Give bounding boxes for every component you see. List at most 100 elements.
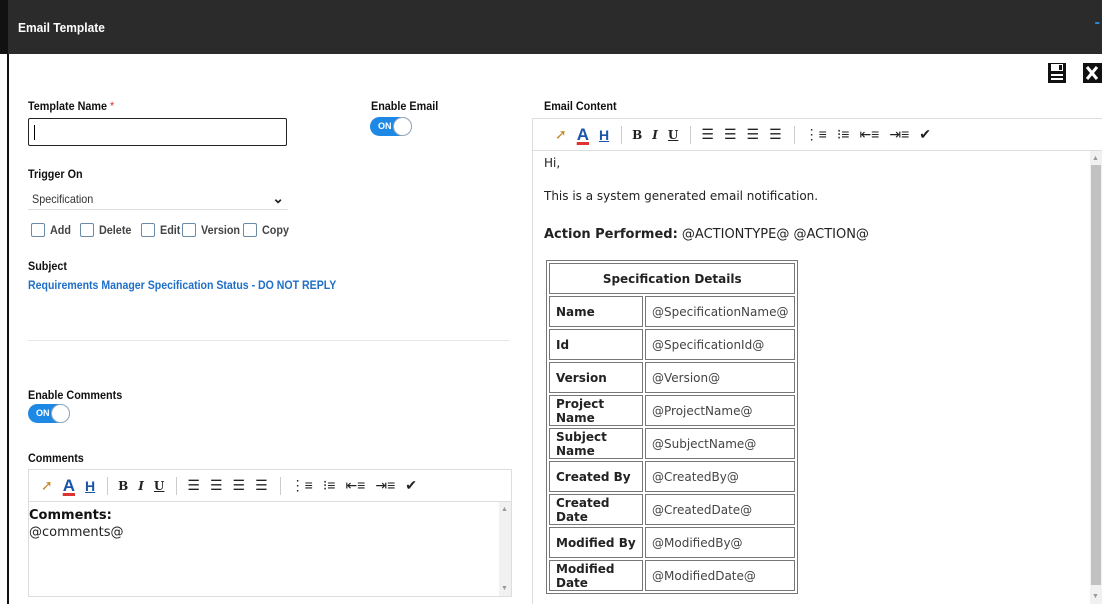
highlight-button[interactable]: H [599,127,609,143]
checkbox-version[interactable]: Version [182,222,244,238]
table-row: Name @SpecificationName@ [549,296,796,327]
comments-scrollbar[interactable]: ▲ ▼ [499,502,511,596]
checkbox-edit[interactable]: Edit [141,222,183,238]
left-frame-border [0,54,9,604]
pointer-icon[interactable]: ➚ [41,477,53,494]
comments-editor-toolbar: ➚ A H B I U ☰ ☰ ☰ ☰ ⋮≡ ⁝≡ ⇤≡ ⇥≡ ✔ [29,470,511,502]
italic-button[interactable]: I [652,128,658,142]
action-performed-label: Action Performed: [544,227,678,242]
indent-icon[interactable]: ⇥≡ [375,477,395,494]
scroll-down-icon[interactable]: ▼ [501,585,508,592]
row-value: @SpecificationName@ [645,296,796,327]
bold-button[interactable]: B [118,479,128,493]
clear-format-icon[interactable]: ✔ [405,477,417,494]
row-value: @SpecificationId@ [645,329,796,360]
indent-icon[interactable]: ⇥≡ [889,126,909,143]
toolbar-separator [176,476,178,495]
table-header-row: Specification Details [549,263,796,294]
toggle-knob [393,117,412,136]
outdent-icon[interactable]: ⇤≡ [859,126,879,143]
scroll-thumb[interactable] [1091,165,1101,585]
enable-email-label: Enable Email [371,99,439,113]
row-key: Modified Date [549,560,643,591]
row-value: @Version@ [645,362,796,393]
save-icon[interactable] [1047,62,1069,86]
window-title: Email Template [18,20,105,35]
row-value: @CreatedBy@ [645,461,796,492]
checkbox-copy[interactable]: Copy [243,222,292,238]
window-titlebar: Email Template - [0,0,1102,54]
pointer-icon[interactable]: ➚ [555,126,567,143]
minimize-button[interactable]: - [1095,14,1100,32]
email-content-label: Email Content [544,99,617,113]
checkbox-add[interactable]: Add [31,222,73,238]
font-color-button[interactable]: A [63,476,75,496]
specification-details-table: Specification Details Name @Specification… [546,260,799,594]
table-row: Modified By @ModifiedBy@ [549,527,796,558]
scroll-down-icon[interactable]: ▼ [1092,593,1099,600]
italic-button[interactable]: I [138,479,144,493]
email-editor-toolbar: ➚ A H B I U ☰ ☰ ☰ ☰ ⋮≡ ⁝≡ ⇤≡ ⇥≡ ✔ [533,119,1102,151]
required-mark: * [110,99,115,113]
row-key: Id [549,329,643,360]
toolbar-separator [107,476,109,495]
comments-editor[interactable]: ➚ A H B I U ☰ ☰ ☰ ☰ ⋮≡ ⁝≡ ⇤≡ ⇥≡ ✔ Commen… [28,469,512,597]
scroll-up-icon[interactable]: ▲ [1092,155,1099,162]
enable-comments-toggle[interactable]: ON [28,404,70,423]
table-row: Created Date @CreatedDate@ [549,494,796,525]
align-right-icon[interactable]: ☰ [233,477,246,494]
align-justify-icon[interactable]: ☰ [255,477,268,494]
font-color-button[interactable]: A [577,125,589,145]
table-title: Specification Details [549,263,796,294]
table-row: Subject Name @SubjectName@ [549,428,796,459]
bold-button[interactable]: B [632,128,642,142]
ordered-list-icon[interactable]: ⋮≡ [805,126,827,143]
checkbox-box[interactable] [141,223,155,237]
align-justify-icon[interactable]: ☰ [769,126,782,143]
row-key: Name [549,296,643,327]
toggle-knob [51,404,70,423]
close-icon[interactable] [1082,62,1102,86]
underline-button[interactable]: U [668,128,678,142]
trigger-on-label: Trigger On [28,167,83,181]
row-value: @ProjectName@ [645,395,796,426]
subject-value[interactable]: Requirements Manager Specification Statu… [28,278,336,292]
enable-email-toggle[interactable]: ON [370,117,412,136]
subject-label: Subject [28,259,68,273]
align-center-icon[interactable]: ☰ [210,477,223,494]
checkbox-box[interactable] [31,223,45,237]
checkbox-delete[interactable]: Delete [80,222,135,238]
trigger-on-value: Specification [32,192,94,206]
outdent-icon[interactable]: ⇤≡ [345,477,365,494]
checkbox-label: Edit [160,223,181,237]
checkbox-label: Copy [262,223,289,237]
checkbox-box[interactable] [80,223,94,237]
checkbox-label: Delete [99,223,132,237]
align-left-icon[interactable]: ☰ [187,477,200,494]
clear-format-icon[interactable]: ✔ [919,126,931,143]
toolbar-separator [793,125,795,144]
comments-heading: Comments: [29,508,112,523]
ordered-list-icon[interactable]: ⋮≡ [291,477,313,494]
row-value: @ModifiedDate@ [645,560,796,591]
table-row: Version @Version@ [549,362,796,393]
highlight-button[interactable]: H [85,478,95,494]
align-right-icon[interactable]: ☰ [747,126,760,143]
bullet-list-icon[interactable]: ⁝≡ [323,477,336,494]
bullet-list-icon[interactable]: ⁝≡ [837,126,850,143]
checkbox-box[interactable] [243,223,257,237]
toolbar-separator [279,476,281,495]
row-key: Project Name [549,395,643,426]
align-left-icon[interactable]: ☰ [701,126,714,143]
template-name-input[interactable] [28,118,287,146]
toolbar-separator [690,125,692,144]
checkbox-box[interactable] [182,223,196,237]
align-center-icon[interactable]: ☰ [724,126,737,143]
email-scrollbar[interactable]: ▲ ▼ [1090,151,1102,604]
trigger-on-select[interactable]: Specification ⌄ [28,188,288,210]
template-name-label-text: Template Name [28,99,108,113]
scroll-up-icon[interactable]: ▲ [501,506,508,513]
underline-button[interactable]: U [154,479,164,493]
row-key: Version [549,362,643,393]
row-key: Subject Name [549,428,643,459]
